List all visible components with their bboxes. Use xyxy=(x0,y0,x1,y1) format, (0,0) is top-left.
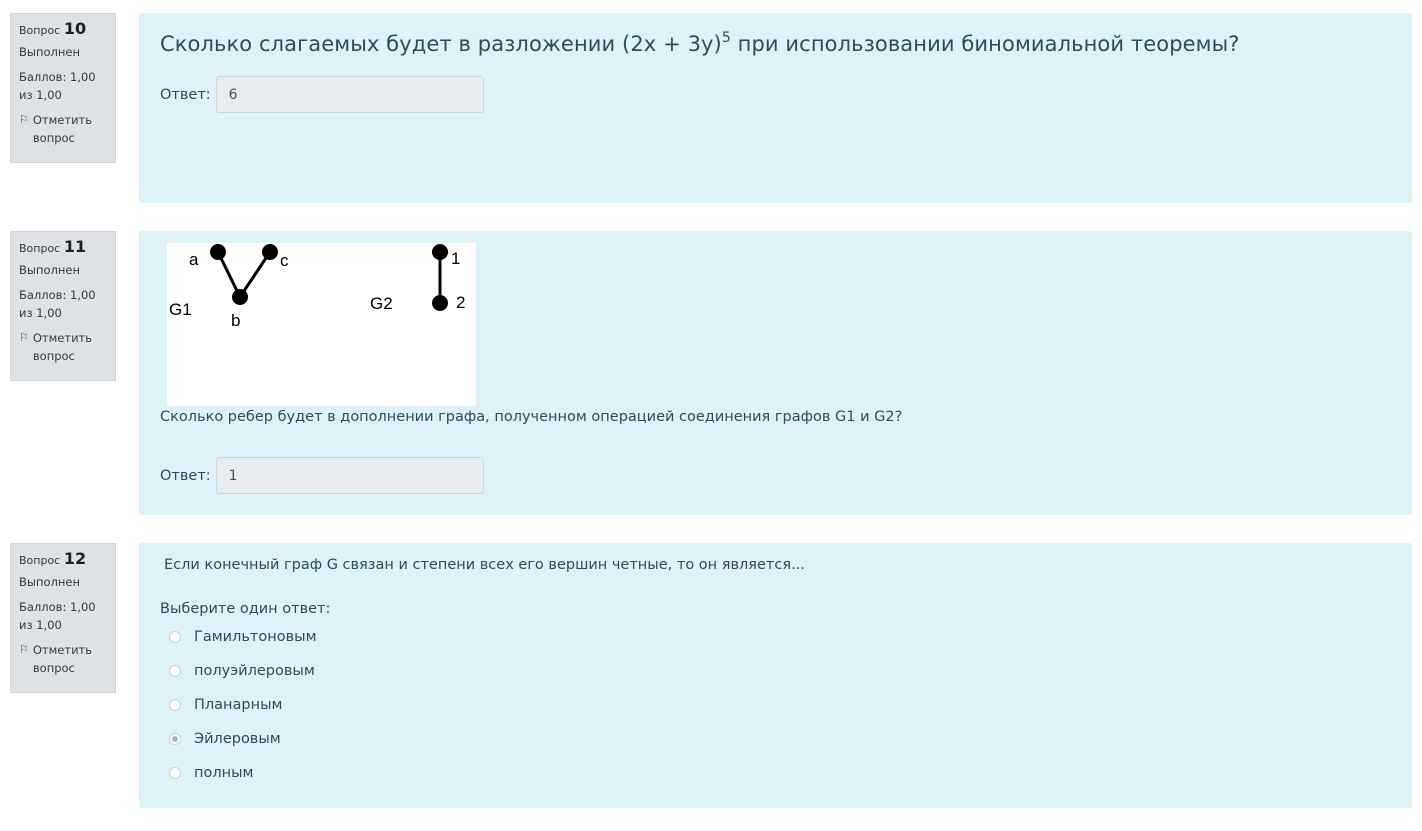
option-label[interactable]: Эйлеровым xyxy=(194,731,281,747)
answer-label: Ответ: xyxy=(160,86,211,103)
question-state: Выполнен xyxy=(19,575,80,589)
question-text-before: Сколько слагаемых будет в разложении (2x… xyxy=(160,32,722,56)
question-info: Вопрос 12 Выполнен Баллов: 1,00 из 1,00 … xyxy=(10,543,116,693)
option-label[interactable]: полным xyxy=(194,765,254,781)
answer-row: Ответ: 1 xyxy=(160,457,484,494)
answer-option[interactable]: полным xyxy=(160,756,317,790)
flag-icon[interactable]: ⚐ xyxy=(19,641,29,659)
question-state: Выполнен xyxy=(19,263,80,277)
question-label: Вопрос xyxy=(19,554,61,567)
question-text-exponent: 5 xyxy=(721,30,731,46)
graph-image: a c b G1 1 2 G2 xyxy=(167,243,476,406)
answer-input[interactable]: 6 xyxy=(215,76,484,113)
flag-question-link[interactable]: ⚐ Отметить вопрос xyxy=(19,329,107,365)
answer-option[interactable]: Гамильтоновым xyxy=(160,620,317,654)
vertex-1 xyxy=(432,244,448,260)
radio-button[interactable] xyxy=(169,665,181,677)
question-number-value: 11 xyxy=(63,237,87,256)
graph-label-g1: G1 xyxy=(169,300,192,319)
flag-question-link[interactable]: ⚐ Отметить вопрос xyxy=(19,641,107,677)
radio-button[interactable] xyxy=(169,631,181,643)
radio-button[interactable] xyxy=(169,699,181,711)
vertex-label-c: c xyxy=(280,251,289,270)
answer-option[interactable]: Планарным xyxy=(160,688,317,722)
question-label: Вопрос xyxy=(19,242,61,255)
question-state: Выполнен xyxy=(19,45,80,59)
question-text-after: при использовании биномиальной теоремы? xyxy=(730,32,1240,56)
vertex-label-2: 2 xyxy=(456,293,465,312)
flag-question-link[interactable]: ⚐ Отметить вопрос xyxy=(19,111,107,147)
option-label[interactable]: Планарным xyxy=(194,697,283,713)
vertex-b xyxy=(232,289,248,305)
answer-options: Гамильтоновым полуэйлеровым Планарным Эй… xyxy=(160,620,317,790)
answer-label: Ответ: xyxy=(160,467,211,484)
question-number-value: 10 xyxy=(63,19,87,38)
answer-prompt: Выберите один ответ: xyxy=(160,601,331,617)
question-info: Вопрос 10 Выполнен Баллов: 1,00 из 1,00 … xyxy=(10,13,116,163)
question-text: Если конечный граф G связан и степени вс… xyxy=(164,557,805,573)
vertex-c xyxy=(262,244,278,260)
question-content: Если конечный граф G связан и степени вс… xyxy=(139,543,1412,808)
question-grade: Баллов: 1,00 из 1,00 xyxy=(19,600,96,632)
flag-icon[interactable]: ⚐ xyxy=(19,111,29,129)
answer-row: Ответ: 6 xyxy=(160,76,1391,113)
edge-c-b xyxy=(238,251,272,298)
flag-question-label[interactable]: Отметить вопрос xyxy=(33,111,107,147)
vertex-2 xyxy=(432,295,448,311)
vertex-label-a: a xyxy=(189,250,199,269)
vertex-label-b: b xyxy=(231,311,240,330)
option-label[interactable]: полуэйлеровым xyxy=(194,663,315,679)
question-content: Сколько слагаемых будет в разложении (2x… xyxy=(139,13,1412,203)
answer-option-selected[interactable]: Эйлеровым xyxy=(160,722,317,756)
radio-button[interactable] xyxy=(169,767,181,779)
option-label[interactable]: Гамильтоновым xyxy=(194,629,317,645)
vertex-label-1: 1 xyxy=(451,249,460,268)
radio-button-checked[interactable] xyxy=(169,733,181,745)
flag-question-label[interactable]: Отметить вопрос xyxy=(33,329,107,365)
answer-input[interactable]: 1 xyxy=(215,457,484,494)
question-number-value: 12 xyxy=(63,549,87,568)
question-grade: Баллов: 1,00 из 1,00 xyxy=(19,70,96,102)
question-label: Вопрос xyxy=(19,24,61,37)
graph-label-g2: G2 xyxy=(370,294,393,313)
graph-diagram: a c b G1 1 2 G2 xyxy=(169,244,465,330)
answer-option[interactable]: полуэйлеровым xyxy=(160,654,317,688)
vertex-a xyxy=(210,244,226,260)
question-text: Сколько ребер будет в дополнении графа, … xyxy=(160,409,903,425)
flag-question-label[interactable]: Отметить вопрос xyxy=(33,641,107,677)
question-grade: Баллов: 1,00 из 1,00 xyxy=(19,288,96,320)
question-info: Вопрос 11 Выполнен Баллов: 1,00 из 1,00 … xyxy=(10,231,116,381)
question-number: Вопрос 12 xyxy=(19,550,107,570)
question-content: a c b G1 1 2 G2 Сколько ребер будет в до… xyxy=(139,231,1412,515)
flag-icon[interactable]: ⚐ xyxy=(19,329,29,347)
question-number: Вопрос 11 xyxy=(19,238,107,258)
question-number: Вопрос 10 xyxy=(19,20,107,40)
question-text: Сколько слагаемых будет в разложении (2x… xyxy=(160,30,1391,56)
